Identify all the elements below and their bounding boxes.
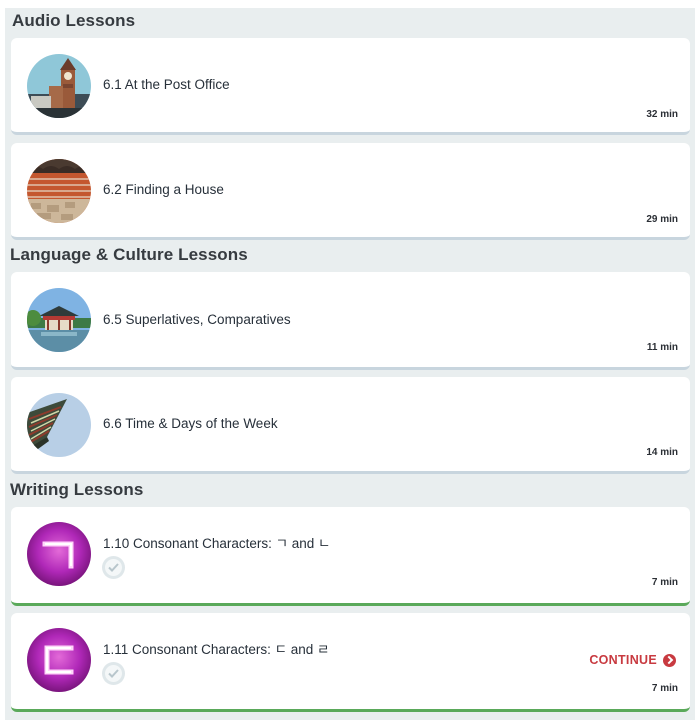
lesson-title: 6.6 Time & Days of the Week bbox=[103, 416, 278, 431]
lesson-title: 6.1 At the Post Office bbox=[103, 77, 230, 92]
neon-digeut-thumbnail bbox=[27, 628, 91, 692]
lesson-duration: 32 min bbox=[646, 109, 678, 120]
lesson-card-6-5[interactable]: 6.5 Superlatives, Comparatives 11 min bbox=[11, 272, 690, 370]
lesson-duration: 14 min bbox=[646, 447, 678, 458]
lesson-card-6-2[interactable]: 6.2 Finding a House 29 min bbox=[11, 143, 690, 240]
lesson-duration: 7 min bbox=[651, 577, 678, 588]
brick-wall-thumbnail bbox=[27, 159, 91, 223]
lesson-title: 6.2 Finding a House bbox=[103, 182, 224, 197]
section-title-writing: Writing Lessons bbox=[10, 480, 144, 499]
section-title-language-culture: Language & Culture Lessons bbox=[10, 245, 248, 264]
continue-button[interactable]: CONTINUE bbox=[589, 653, 676, 667]
pavilion-thumbnail bbox=[27, 288, 91, 352]
clock-tower-thumbnail bbox=[27, 54, 91, 118]
lesson-duration: 11 min bbox=[646, 342, 678, 353]
lesson-duration: 7 min bbox=[651, 683, 678, 694]
lesson-card-6-6[interactable]: 6.6 Time & Days of the Week 14 min bbox=[11, 377, 690, 474]
roof-eaves-thumbnail bbox=[27, 393, 91, 457]
neon-giyeok-thumbnail bbox=[27, 522, 91, 586]
continue-label: CONTINUE bbox=[589, 653, 657, 667]
lesson-title: 1.11 Consonant Characters: ㄷ and ㄹ bbox=[103, 642, 330, 657]
lesson-title: 6.5 Superlatives, Comparatives bbox=[103, 312, 291, 327]
section-title-audio: Audio Lessons bbox=[12, 11, 136, 30]
lesson-title: 1.10 Consonant Characters: ㄱ and ㄴ bbox=[103, 536, 331, 551]
lesson-card-1-11[interactable]: 1.11 Consonant Characters: ㄷ and ㄹ CONTI… bbox=[11, 613, 690, 712]
lesson-card-1-10[interactable]: 1.10 Consonant Characters: ㄱ and ㄴ 7 min bbox=[11, 507, 690, 606]
arrow-right-circle-icon bbox=[663, 653, 676, 667]
completed-check-icon bbox=[102, 662, 125, 685]
completed-check-icon bbox=[102, 556, 125, 579]
lesson-duration: 29 min bbox=[646, 214, 678, 225]
lesson-card-6-1[interactable]: 6.1 At the Post Office 32 min bbox=[11, 38, 690, 135]
